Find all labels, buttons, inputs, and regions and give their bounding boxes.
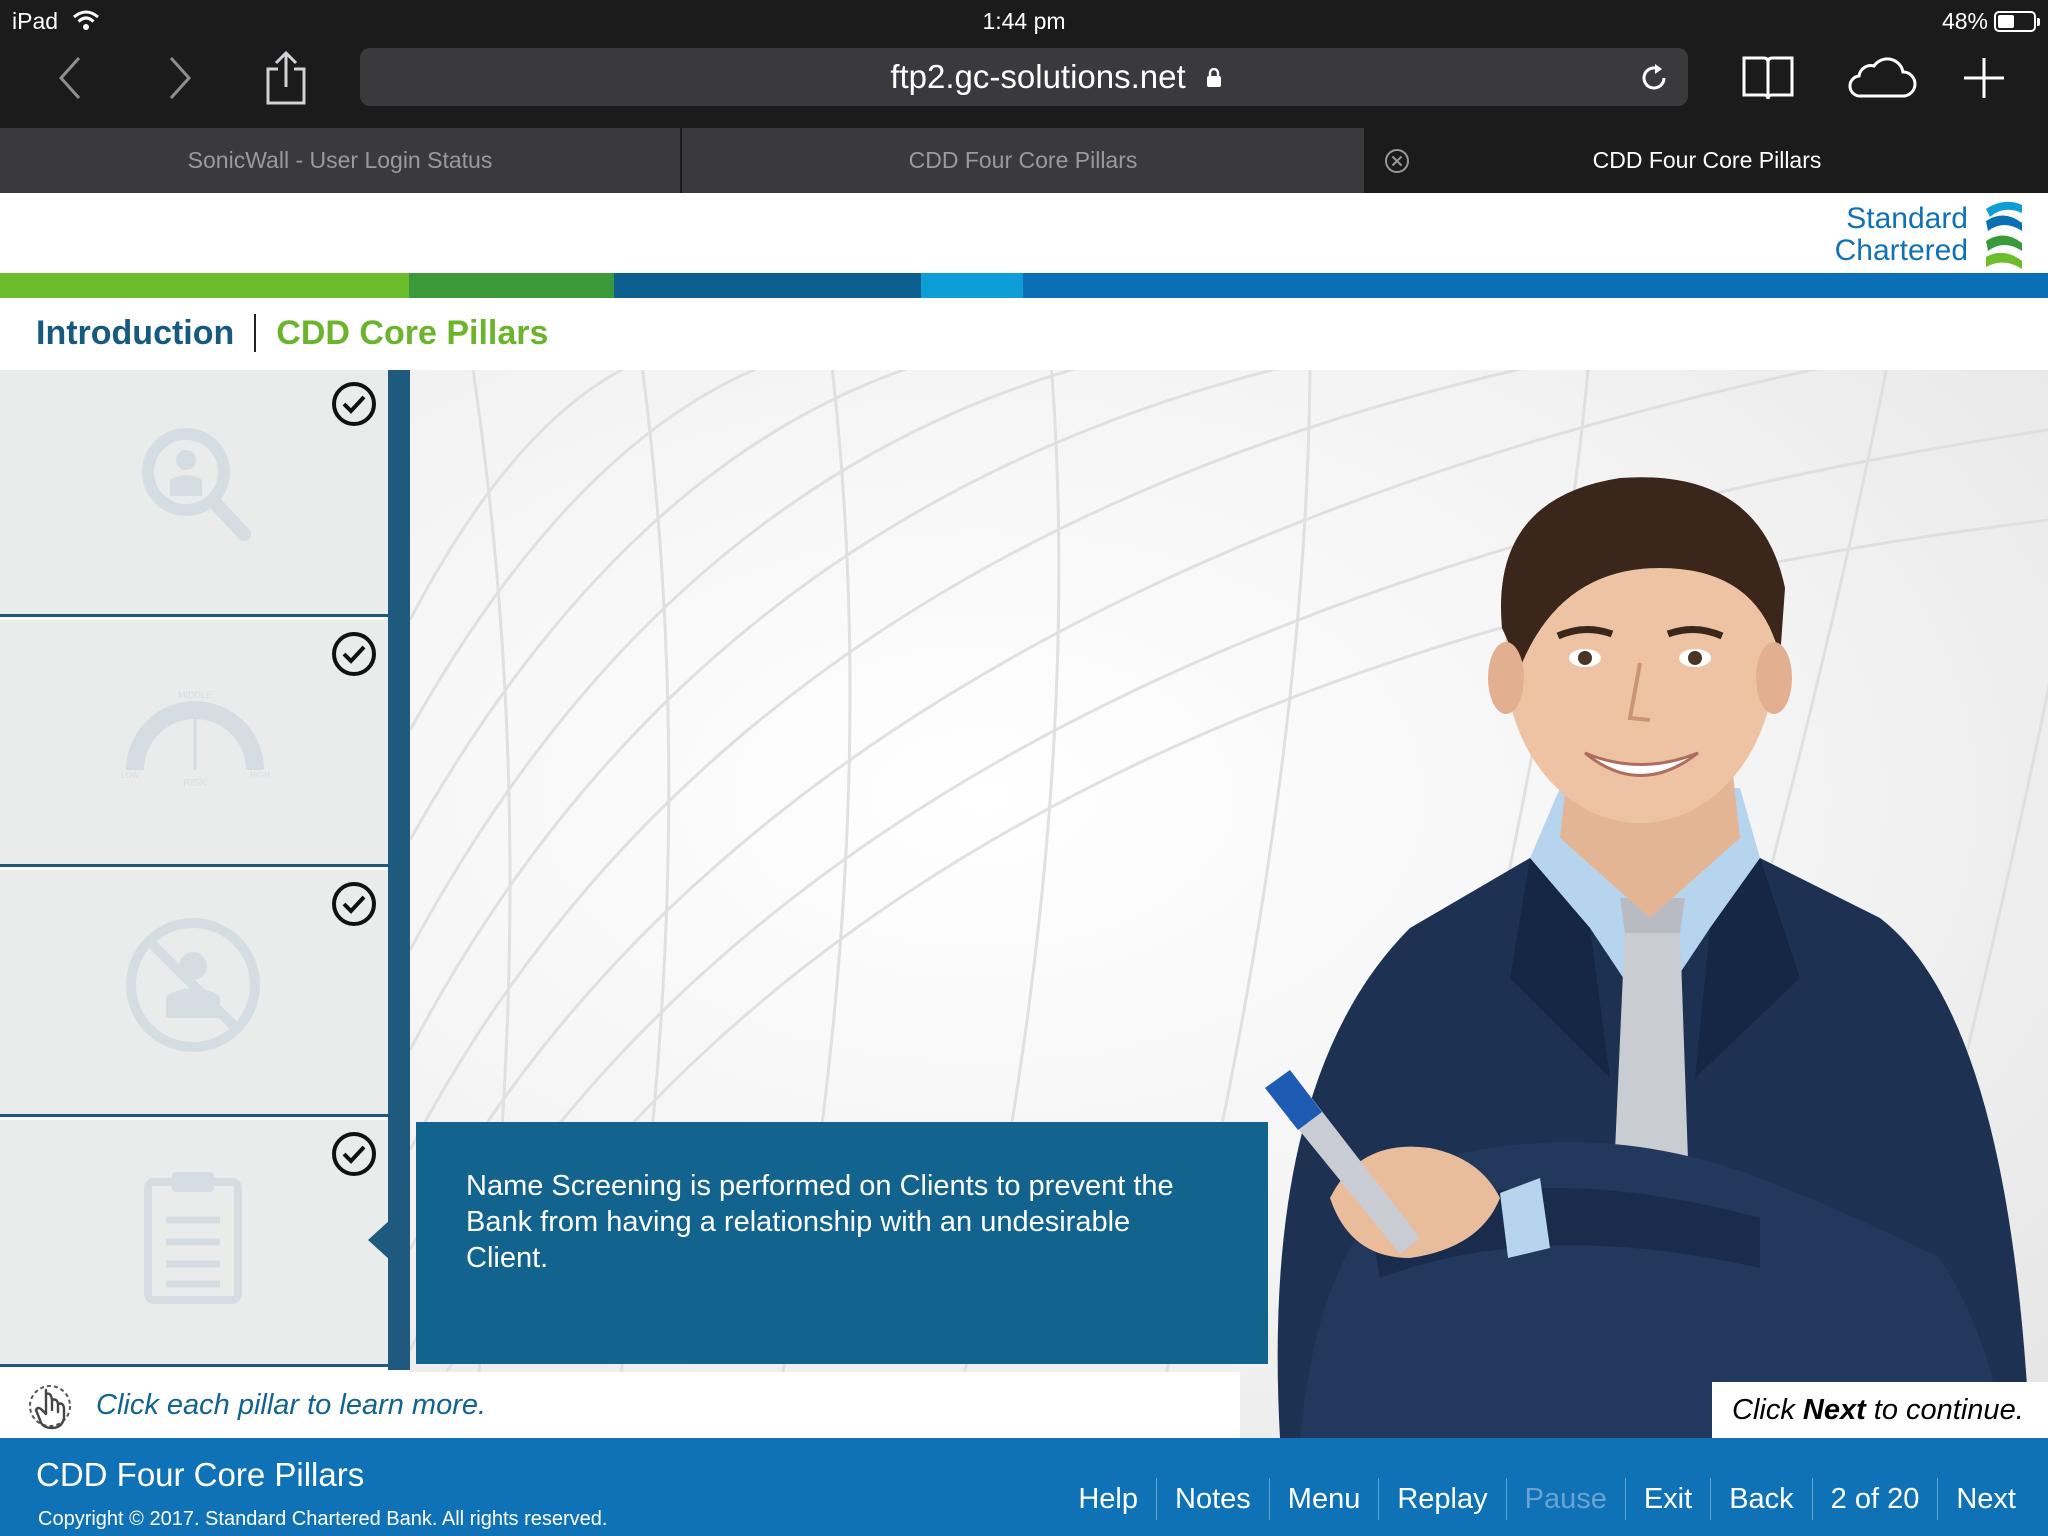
logo-line-1: Standard	[1846, 202, 1968, 235]
page-progress: 2 of 20	[1811, 1478, 1938, 1520]
completed-check-icon	[332, 882, 376, 926]
browser-tab[interactable]: CDD Four Core Pillars	[682, 128, 1366, 193]
color-segment	[0, 273, 409, 298]
share-button[interactable]	[262, 48, 310, 108]
battery-fill	[1998, 15, 2015, 28]
back-button[interactable]	[50, 48, 90, 108]
browser-tab[interactable]: SonicWall - User Login Status	[0, 128, 682, 193]
standard-chartered-logo-icon	[1986, 201, 2022, 269]
instruction-text: Click each pillar to learn more.	[96, 1389, 487, 1421]
battery-icon	[1994, 11, 2040, 32]
tab-strip: SonicWall - User Login Status CDD Four C…	[0, 128, 2048, 193]
menu-button[interactable]: Menu	[1268, 1478, 1379, 1520]
completed-check-icon	[332, 382, 376, 426]
pillar-name-screening[interactable]	[0, 1120, 390, 1367]
forward-button[interactable]	[160, 48, 200, 108]
status-time: 1:44 pm	[982, 8, 1066, 34]
brand-logo-text: Standard Chartered	[1835, 203, 1968, 267]
cloud-icon	[1848, 57, 1917, 98]
safari-toolbar: iPad 1:44 pm 48% ftp2.gc-solutions.net	[0, 0, 2048, 128]
share-icon	[266, 51, 306, 105]
gauge-label-top: MIDDLE	[178, 690, 212, 700]
brand-color-bar	[0, 273, 2048, 298]
pillar-description-box: Name Screening is performed on Clients t…	[416, 1122, 1268, 1364]
course-footer: CDD Four Core Pillars Copyright © 2017. …	[0, 1438, 2048, 1536]
cloud-tabs-button[interactable]	[1846, 48, 1918, 108]
breadcrumb-current: CDD Core Pillars	[276, 313, 549, 352]
reload-icon[interactable]	[1638, 62, 1670, 94]
pillar-prohibited-clients[interactable]	[0, 870, 390, 1117]
browser-tab-active[interactable]: CDD Four Core Pillars	[1366, 128, 2048, 193]
pillar-list: MIDDLE LOW HIGH RISK	[0, 370, 390, 1370]
magnifier-person-icon	[142, 428, 251, 541]
color-segment	[921, 273, 1023, 298]
continue-instruction-pre: Click	[1732, 1394, 1803, 1426]
book-icon	[1742, 56, 1794, 100]
completed-check-icon	[332, 632, 376, 676]
next-button[interactable]: Next	[1937, 1478, 2034, 1520]
presenter-photo	[1265, 477, 2030, 1438]
breadcrumb-separator	[254, 314, 257, 352]
plus-icon	[1964, 58, 2004, 98]
course-navigation: Help Notes Menu Replay Pause Exit Back 2…	[1060, 1478, 2034, 1520]
notes-button[interactable]: Notes	[1156, 1478, 1269, 1520]
color-segment	[1023, 273, 2048, 298]
copyright-text: Copyright © 2017. Standard Chartered Ban…	[38, 1508, 608, 1530]
browser-tab-label: CDD Four Core Pillars	[1592, 147, 1822, 173]
gauge-label-left: LOW	[121, 771, 140, 780]
prohibited-person-icon	[126, 918, 260, 1052]
logo-line-2: Chartered	[1834, 234, 1968, 267]
course-header: Standard Chartered	[0, 193, 2048, 273]
color-segment	[409, 273, 614, 298]
course-title: CDD Four Core Pillars	[36, 1456, 365, 1493]
exit-button[interactable]: Exit	[1624, 1478, 1710, 1520]
chevron-right-icon	[169, 56, 192, 100]
gauge-label-center: RISK	[183, 778, 207, 789]
continue-instruction-next: Next	[1802, 1394, 1866, 1426]
back-button[interactable]: Back	[1710, 1478, 1811, 1520]
clipboard-icon	[144, 1172, 242, 1304]
completed-check-icon	[332, 1132, 376, 1176]
replay-button[interactable]: Replay	[1378, 1478, 1505, 1520]
chevron-left-icon	[58, 56, 81, 100]
pillar-client-identification[interactable]	[0, 370, 390, 617]
tap-hand-icon	[29, 1385, 71, 1430]
risk-gauge-icon: MIDDLE LOW HIGH RISK	[121, 690, 270, 789]
status-battery-percent: 48%	[1941, 8, 1988, 34]
pillar-description-text: Name Screening is performed on Clients t…	[466, 1170, 1174, 1274]
continue-instruction-post: to continue.	[1865, 1394, 2024, 1426]
continue-instruction: Click Next to continue.	[1712, 1382, 2048, 1438]
url-text: ftp2.gc-solutions.net	[890, 58, 1186, 95]
pillar-divider	[388, 370, 410, 1370]
bookmarks-button[interactable]	[1740, 48, 1796, 108]
pause-button[interactable]: Pause	[1505, 1478, 1625, 1520]
breadcrumb-introduction[interactable]: Introduction	[36, 314, 234, 353]
pillar-risk-assessment[interactable]: MIDDLE LOW HIGH RISK	[0, 620, 390, 867]
new-tab-button[interactable]	[1960, 48, 2008, 108]
color-segment	[614, 273, 921, 298]
content-stage: MIDDLE LOW HIGH RISK Name Screening is p…	[0, 370, 2048, 1438]
selected-pillar-pointer-icon	[368, 1220, 390, 1260]
breadcrumb: Introduction CDD Core Pillars	[36, 305, 548, 361]
instruction-bar: Click each pillar to learn more.	[0, 1372, 1240, 1438]
help-button[interactable]: Help	[1060, 1478, 1156, 1520]
address-bar[interactable]: ftp2.gc-solutions.net	[360, 48, 1688, 106]
gauge-label-right: HIGH	[250, 771, 270, 780]
